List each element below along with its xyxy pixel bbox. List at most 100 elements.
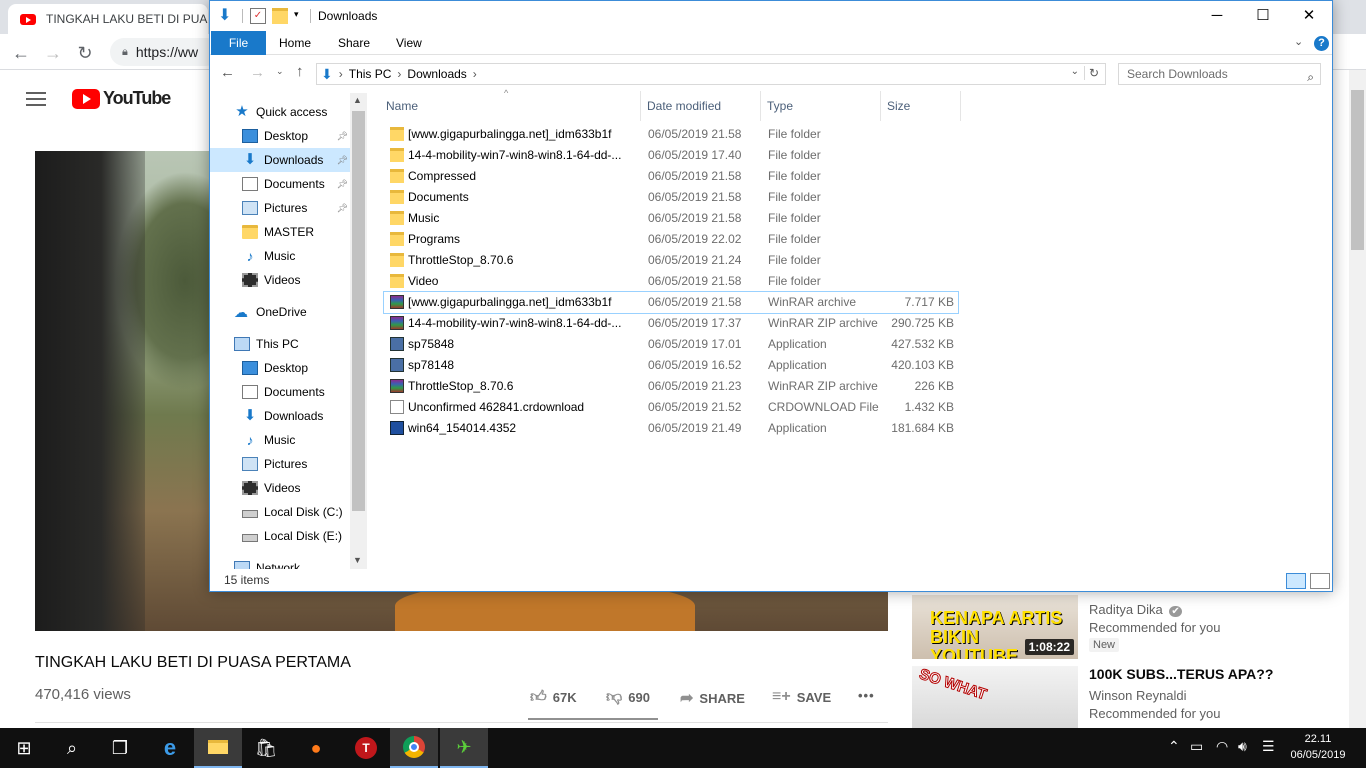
nav-item-music[interactable]: ♪ Music	[210, 428, 350, 452]
ribbon-tab-home[interactable]: Home	[279, 31, 311, 55]
recent-locations-chevron-icon[interactable]: ⌄	[276, 66, 284, 77]
hamburger-menu-icon[interactable]	[26, 92, 46, 106]
nav-item-documents[interactable]: Documents	[210, 380, 350, 404]
breadcrumb-this-pc[interactable]: This PC	[349, 67, 392, 81]
edge-browser-icon[interactable]: e	[146, 728, 194, 768]
wifi-icon[interactable]: ◠	[1216, 738, 1228, 755]
notification-icon[interactable]: ☰	[1262, 738, 1275, 755]
task-view-icon[interactable]: ❐	[96, 728, 144, 768]
file-row[interactable]: Music 06/05/2019 21.58 File folder	[384, 208, 958, 229]
store-icon[interactable]: 🛍︎	[242, 728, 290, 768]
address-dropdown-chevron-icon[interactable]: ⌄	[1071, 66, 1079, 77]
reload-icon[interactable]: ↻	[74, 42, 96, 64]
back-arrow-icon[interactable]: ←	[220, 64, 235, 81]
chrome-icon[interactable]	[390, 728, 438, 768]
forward-arrow-icon[interactable]: →	[250, 64, 265, 81]
properties-icon[interactable]: ✓	[250, 8, 266, 24]
customize-toolbar-chevron-icon[interactable]: ▾	[294, 9, 299, 20]
firefox-icon[interactable]: ●	[292, 728, 340, 768]
maximize-icon[interactable]: ☐	[1240, 1, 1286, 31]
ribbon-tab-view[interactable]: View	[396, 31, 422, 55]
up-arrow-icon[interactable]: ↑	[296, 63, 304, 80]
scroll-down-chevron-icon[interactable]: ▼	[353, 555, 362, 565]
details-view-icon[interactable]	[1286, 573, 1306, 589]
browser-tab[interactable]: TINGKAH LAKU BETI DI PUASA	[8, 4, 208, 34]
file-row[interactable]: 14-4-mobility-win7-win8-win8.1-64-dd-...…	[384, 313, 958, 334]
show-hidden-icons-chevron-icon[interactable]: ⌃	[1168, 738, 1180, 755]
address-bar[interactable]: 🔒︎ https://ww	[110, 38, 220, 66]
ribbon-tab-file[interactable]: File	[211, 31, 266, 55]
explorer-address-bar[interactable]: ⬇ › This PC › Downloads › ⌄ ↻	[316, 63, 1106, 85]
nav-onedrive[interactable]: ☁ OneDrive	[210, 300, 350, 324]
recommendation-title[interactable]: 100K SUBS...TERUS APA??	[1089, 666, 1273, 682]
large-icons-view-icon[interactable]	[1310, 573, 1330, 589]
view-count: 470,416 views	[35, 686, 131, 703]
file-row[interactable]: Documents 06/05/2019 21.58 File folder	[384, 187, 958, 208]
nav-item-documents[interactable]: Documents 📌︎	[210, 172, 350, 196]
file-row[interactable]: Programs 06/05/2019 22.02 File folder	[384, 229, 958, 250]
column-header-name[interactable]: Name	[380, 91, 641, 121]
forward-arrow-icon[interactable]: →	[42, 42, 64, 64]
battery-icon[interactable]: ▭	[1190, 738, 1203, 755]
search-input[interactable]: Search Downloads ⌕	[1118, 63, 1321, 85]
page-scrollbar-thumb[interactable]	[1351, 90, 1364, 250]
tips-app-icon[interactable]: T	[342, 728, 390, 768]
nav-item-pictures[interactable]: Pictures 📌︎	[210, 196, 350, 220]
share-button[interactable]: ➦ SHARE	[680, 688, 745, 708]
refresh-icon[interactable]: ↻	[1083, 66, 1099, 80]
search-icon[interactable]: ⌕	[48, 728, 96, 768]
file-row[interactable]: sp78148 06/05/2019 16.52 Application 420.10…	[384, 355, 958, 376]
column-header-size[interactable]: Size	[881, 91, 961, 121]
nav-item-videos[interactable]: Videos	[210, 268, 350, 292]
file-explorer-taskbar-icon[interactable]	[194, 728, 242, 768]
more-actions-icon[interactable]: •••	[858, 688, 875, 703]
column-header-type[interactable]: Type	[761, 91, 881, 121]
nav-item-desktop[interactable]: Desktop	[210, 356, 350, 380]
file-row[interactable]: 14-4-mobility-win7-win8-win8.1-64-dd-...…	[384, 145, 958, 166]
save-button[interactable]: ≡+ SAVE	[772, 688, 831, 706]
nav-item-downloads[interactable]: ⬇ Downloads	[210, 404, 350, 428]
scroll-up-chevron-icon[interactable]: ▲	[353, 95, 362, 105]
back-arrow-icon[interactable]: ←	[10, 42, 32, 64]
file-row[interactable]: Unconfirmed 462841.crdownload 06/05/2019 …	[384, 397, 958, 418]
file-row[interactable]: sp75848 06/05/2019 17.01 Application 427.53…	[384, 334, 958, 355]
download-manager-icon[interactable]: ✈	[440, 728, 488, 768]
dislike-count: 690	[628, 690, 650, 705]
file-row[interactable]: ThrottleStop_8.70.6 06/05/2019 21.24 File …	[384, 250, 958, 271]
nav-item-desktop[interactable]: Desktop 📌︎	[210, 124, 350, 148]
file-row[interactable]: win64_154014.4352 06/05/2019 21.49 Applica…	[384, 418, 958, 439]
new-folder-icon[interactable]	[272, 8, 288, 24]
taskbar-clock[interactable]: 22.11 06/05/2019	[1284, 731, 1352, 763]
recommendation-thumbnail[interactable]: KENAPA ARTIS BIKIN YOUTUBE 1:08:22	[912, 595, 1078, 659]
file-row[interactable]: Video 06/05/2019 21.58 File folder	[384, 271, 958, 292]
nav-scrollbar-thumb[interactable]	[352, 111, 365, 511]
youtube-logo[interactable]: YouTube	[72, 88, 171, 109]
file-row[interactable]: [www.gigapurbalingga.net]_idm633b1f 06/05…	[383, 291, 959, 314]
explorer-title-bar[interactable]	[210, 1, 1332, 31]
file-row[interactable]: Compressed 06/05/2019 21.58 File folder	[384, 166, 958, 187]
nav-item-videos[interactable]: Videos	[210, 476, 350, 500]
expand-ribbon-chevron-icon[interactable]: ⌄	[1294, 35, 1303, 48]
nav-item-master[interactable]: MASTER	[210, 220, 350, 244]
like-button[interactable]: 👍︎ 67K	[530, 688, 577, 707]
dislike-button[interactable]: 👎︎ 690	[606, 688, 650, 707]
file-row[interactable]: ThrottleStop_8.70.6 06/05/2019 21.23 WinRA…	[384, 376, 958, 397]
windows-start-icon[interactable]: ⊞	[0, 728, 48, 768]
nav-quick-access[interactable]: ★ Quick access	[210, 100, 350, 124]
ribbon-tab-share[interactable]: Share	[338, 31, 370, 55]
recommendation-thumbnail[interactable]: SO WHAT	[912, 666, 1078, 728]
close-icon[interactable]: ✕	[1286, 1, 1332, 31]
nav-item-downloads[interactable]: ⬇ Downloads 📌︎	[210, 148, 350, 172]
minimize-icon[interactable]: ─	[1194, 1, 1240, 31]
nav-this-pc[interactable]: This PC	[210, 332, 350, 356]
nav-item-local-disk-e[interactable]: Local Disk (E:)	[210, 524, 350, 548]
nav-network[interactable]: Network	[210, 556, 350, 569]
nav-item-local-disk-c[interactable]: Local Disk (C:)	[210, 500, 350, 524]
column-header-date[interactable]: Date modified	[641, 91, 761, 121]
help-icon[interactable]: ?	[1314, 36, 1329, 51]
breadcrumb-downloads[interactable]: Downloads	[407, 67, 466, 81]
file-row[interactable]: [www.gigapurbalingga.net]_idm633b1f 06/05…	[384, 124, 958, 145]
nav-item-music[interactable]: ♪ Music	[210, 244, 350, 268]
volume-icon[interactable]: 🔊︎	[1238, 738, 1247, 755]
nav-item-pictures[interactable]: Pictures	[210, 452, 350, 476]
